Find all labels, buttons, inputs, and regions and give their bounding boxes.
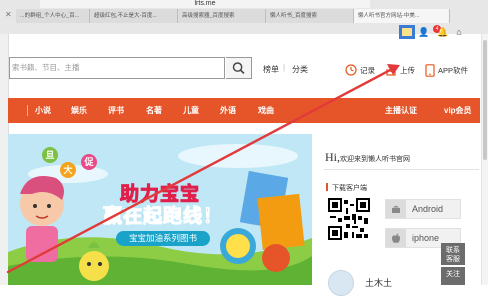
avatar[interactable] — [328, 270, 354, 296]
phone-icon — [425, 63, 435, 77]
contact-service-button[interactable]: 联系 客服 — [441, 243, 465, 265]
user-name[interactable]: 土木土 — [365, 276, 392, 289]
tab-1[interactable]: ...的群组_个人中心_百... — [16, 9, 90, 23]
search-placeholder: 索书籍、节目、主播 — [12, 63, 80, 72]
app-link[interactable]: APP软件 — [425, 61, 468, 79]
upload-link[interactable]: 上传 — [385, 61, 415, 79]
nav-item-children[interactable]: 儿童 — [183, 98, 199, 123]
app-label: APP软件 — [438, 65, 469, 75]
nav-divider — [27, 105, 28, 116]
history-label: 记录 — [360, 65, 375, 75]
android-label: Android — [412, 204, 444, 214]
greeting-text: 欢迎来到懒人听书官网 — [340, 156, 410, 163]
download-title: 下载客户端 — [332, 185, 367, 192]
follow-button[interactable]: 关注 — [441, 267, 465, 285]
divider — [324, 169, 479, 170]
nav-vip[interactable]: vip会员 — [444, 98, 472, 123]
section-marker — [326, 183, 328, 191]
iphone-label: iphone — [412, 233, 440, 243]
history-link[interactable]: 记录 — [345, 61, 375, 79]
user-icon[interactable]: 👤 — [417, 26, 431, 38]
upload-icon — [386, 64, 396, 76]
greeting-hi: Hi, — [325, 150, 340, 164]
follow-label: 关注 — [446, 271, 460, 278]
banner-deco-char: 旦 — [42, 147, 58, 163]
bell-icon[interactable]: 🔔 — [436, 26, 450, 38]
extension-icon[interactable] — [399, 25, 415, 39]
tab-4[interactable]: 懒人听书_百度搜索 — [266, 9, 354, 23]
banner-subtitle: 宝宝加油系列图书 — [128, 233, 197, 243]
apple-icon — [386, 229, 406, 247]
banner-deco-char: 大 — [60, 162, 76, 178]
nav-anchor-certification[interactable]: 主播认证 — [385, 98, 417, 123]
android-icon — [386, 200, 406, 218]
banner-deco-char: 促 — [81, 154, 97, 170]
scrollbar-thumb[interactable] — [483, 40, 487, 160]
nav-rank-link[interactable]: 榜单 — [263, 64, 279, 75]
nav-item-foreign-language[interactable]: 外语 — [220, 98, 236, 123]
welcome-greeting: Hi,欢迎来到懒人听书官网 — [325, 150, 410, 165]
tab-3[interactable]: 高级搜索器_百度搜索 — [178, 9, 266, 23]
android-download-button[interactable]: Android — [385, 199, 461, 219]
nav-item-entertainment[interactable]: 娱乐 — [71, 98, 87, 123]
nav-item-novel[interactable]: 小说 — [35, 98, 51, 123]
nav-category-link[interactable]: 分类 — [292, 64, 308, 75]
cart-icon[interactable]: ⌂ — [452, 26, 466, 38]
nav-item-opera[interactable]: 戏曲 — [258, 98, 274, 123]
contact-label-2: 客服 — [446, 256, 460, 263]
banner-title-line2: 赢在起跑线！ — [102, 206, 224, 228]
nav-item-storytelling[interactable]: 评书 — [108, 98, 124, 123]
contact-label-1: 联系 — [446, 247, 460, 254]
nav-item-classics[interactable]: 名著 — [146, 98, 162, 123]
search-button[interactable] — [226, 57, 252, 79]
qr-code — [328, 198, 370, 240]
close-tab-icon[interactable]: ✕ — [5, 10, 14, 19]
upload-label: 上传 — [400, 65, 415, 75]
tab-2[interactable]: 超级红包,不止是大-百度... — [90, 9, 178, 23]
nav-separator: | — [283, 63, 286, 72]
address-bar[interactable]: lrts.me — [40, 0, 370, 8]
tab-5-active[interactable]: 懒人听书官方网站-中美... — [354, 9, 450, 23]
clock-icon — [345, 64, 357, 76]
